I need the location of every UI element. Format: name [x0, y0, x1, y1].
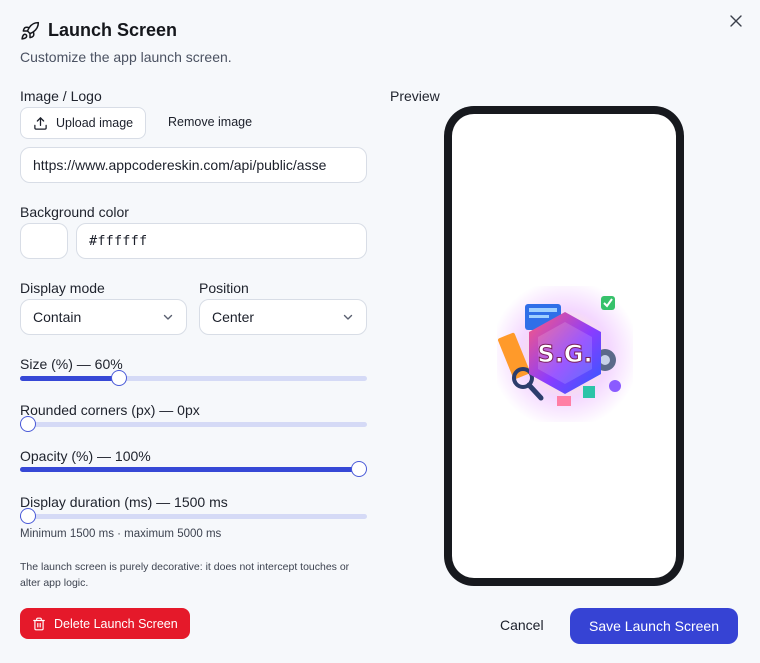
color-swatch[interactable] — [20, 223, 68, 259]
display-mode-select[interactable]: Contain — [20, 299, 187, 335]
upload-image-button[interactable]: Upload image — [20, 107, 147, 139]
slider-track — [20, 514, 367, 519]
position-value: Center — [212, 309, 255, 325]
chevron-down-icon — [343, 314, 353, 320]
slider-track — [20, 422, 367, 427]
rounded-corners-slider[interactable] — [20, 416, 367, 432]
chevron-down-icon — [163, 314, 173, 320]
display-mode-value: Contain — [33, 309, 82, 325]
background-color-input[interactable]: #ffffff — [76, 223, 367, 259]
delete-launch-screen-label: Delete Launch Screen — [54, 616, 178, 631]
save-launch-screen-button[interactable]: Save Launch Screen — [570, 608, 738, 644]
upload-icon — [34, 116, 47, 130]
slider-fill — [20, 376, 120, 381]
rocket-icon — [21, 21, 40, 40]
remove-image-button[interactable]: Remove image — [168, 115, 252, 129]
launch-screen-dialog: Launch Screen Customize the app launch s… — [0, 0, 760, 663]
display-duration-slider[interactable] — [20, 508, 367, 524]
preview-label: Preview — [390, 88, 440, 104]
delete-launch-screen-button[interactable]: Delete Launch Screen — [20, 608, 190, 639]
phone-screen: S.G. — [452, 114, 676, 578]
logo-image: S.G. — [497, 286, 633, 422]
image-logo-label: Image / Logo — [20, 88, 102, 104]
upload-image-label: Upload image — [56, 116, 134, 130]
position-select[interactable]: Center — [199, 299, 367, 335]
cancel-button[interactable]: Cancel — [500, 617, 544, 633]
dialog-header: Launch Screen — [20, 20, 177, 41]
close-icon — [730, 15, 742, 27]
opacity-slider[interactable] — [20, 461, 367, 477]
dialog-subtitle: Customize the app launch screen. — [20, 49, 232, 65]
duration-hint: Minimum 1500 ms · maximum 5000 ms — [20, 528, 222, 540]
phone-preview: S.G. — [444, 106, 684, 586]
close-button[interactable] — [726, 11, 746, 31]
slider-thumb[interactable] — [111, 370, 128, 386]
logo-text: S.G. — [537, 340, 592, 368]
position-label: Position — [199, 280, 249, 296]
slider-fill — [20, 467, 359, 472]
slider-thumb[interactable] — [351, 461, 367, 477]
decorative-note: The launch screen is purely decorative: … — [20, 561, 350, 589]
slider-thumb[interactable] — [20, 416, 36, 432]
display-mode-label: Display mode — [20, 280, 105, 296]
dialog-title: Launch Screen — [48, 20, 178, 40]
slider-thumb[interactable] — [20, 508, 36, 524]
background-color-label: Background color — [20, 204, 129, 220]
trash-icon — [33, 617, 45, 630]
size-slider[interactable] — [20, 370, 367, 386]
image-url-input[interactable]: https://www.appcodereskin.com/api/public… — [20, 147, 367, 183]
